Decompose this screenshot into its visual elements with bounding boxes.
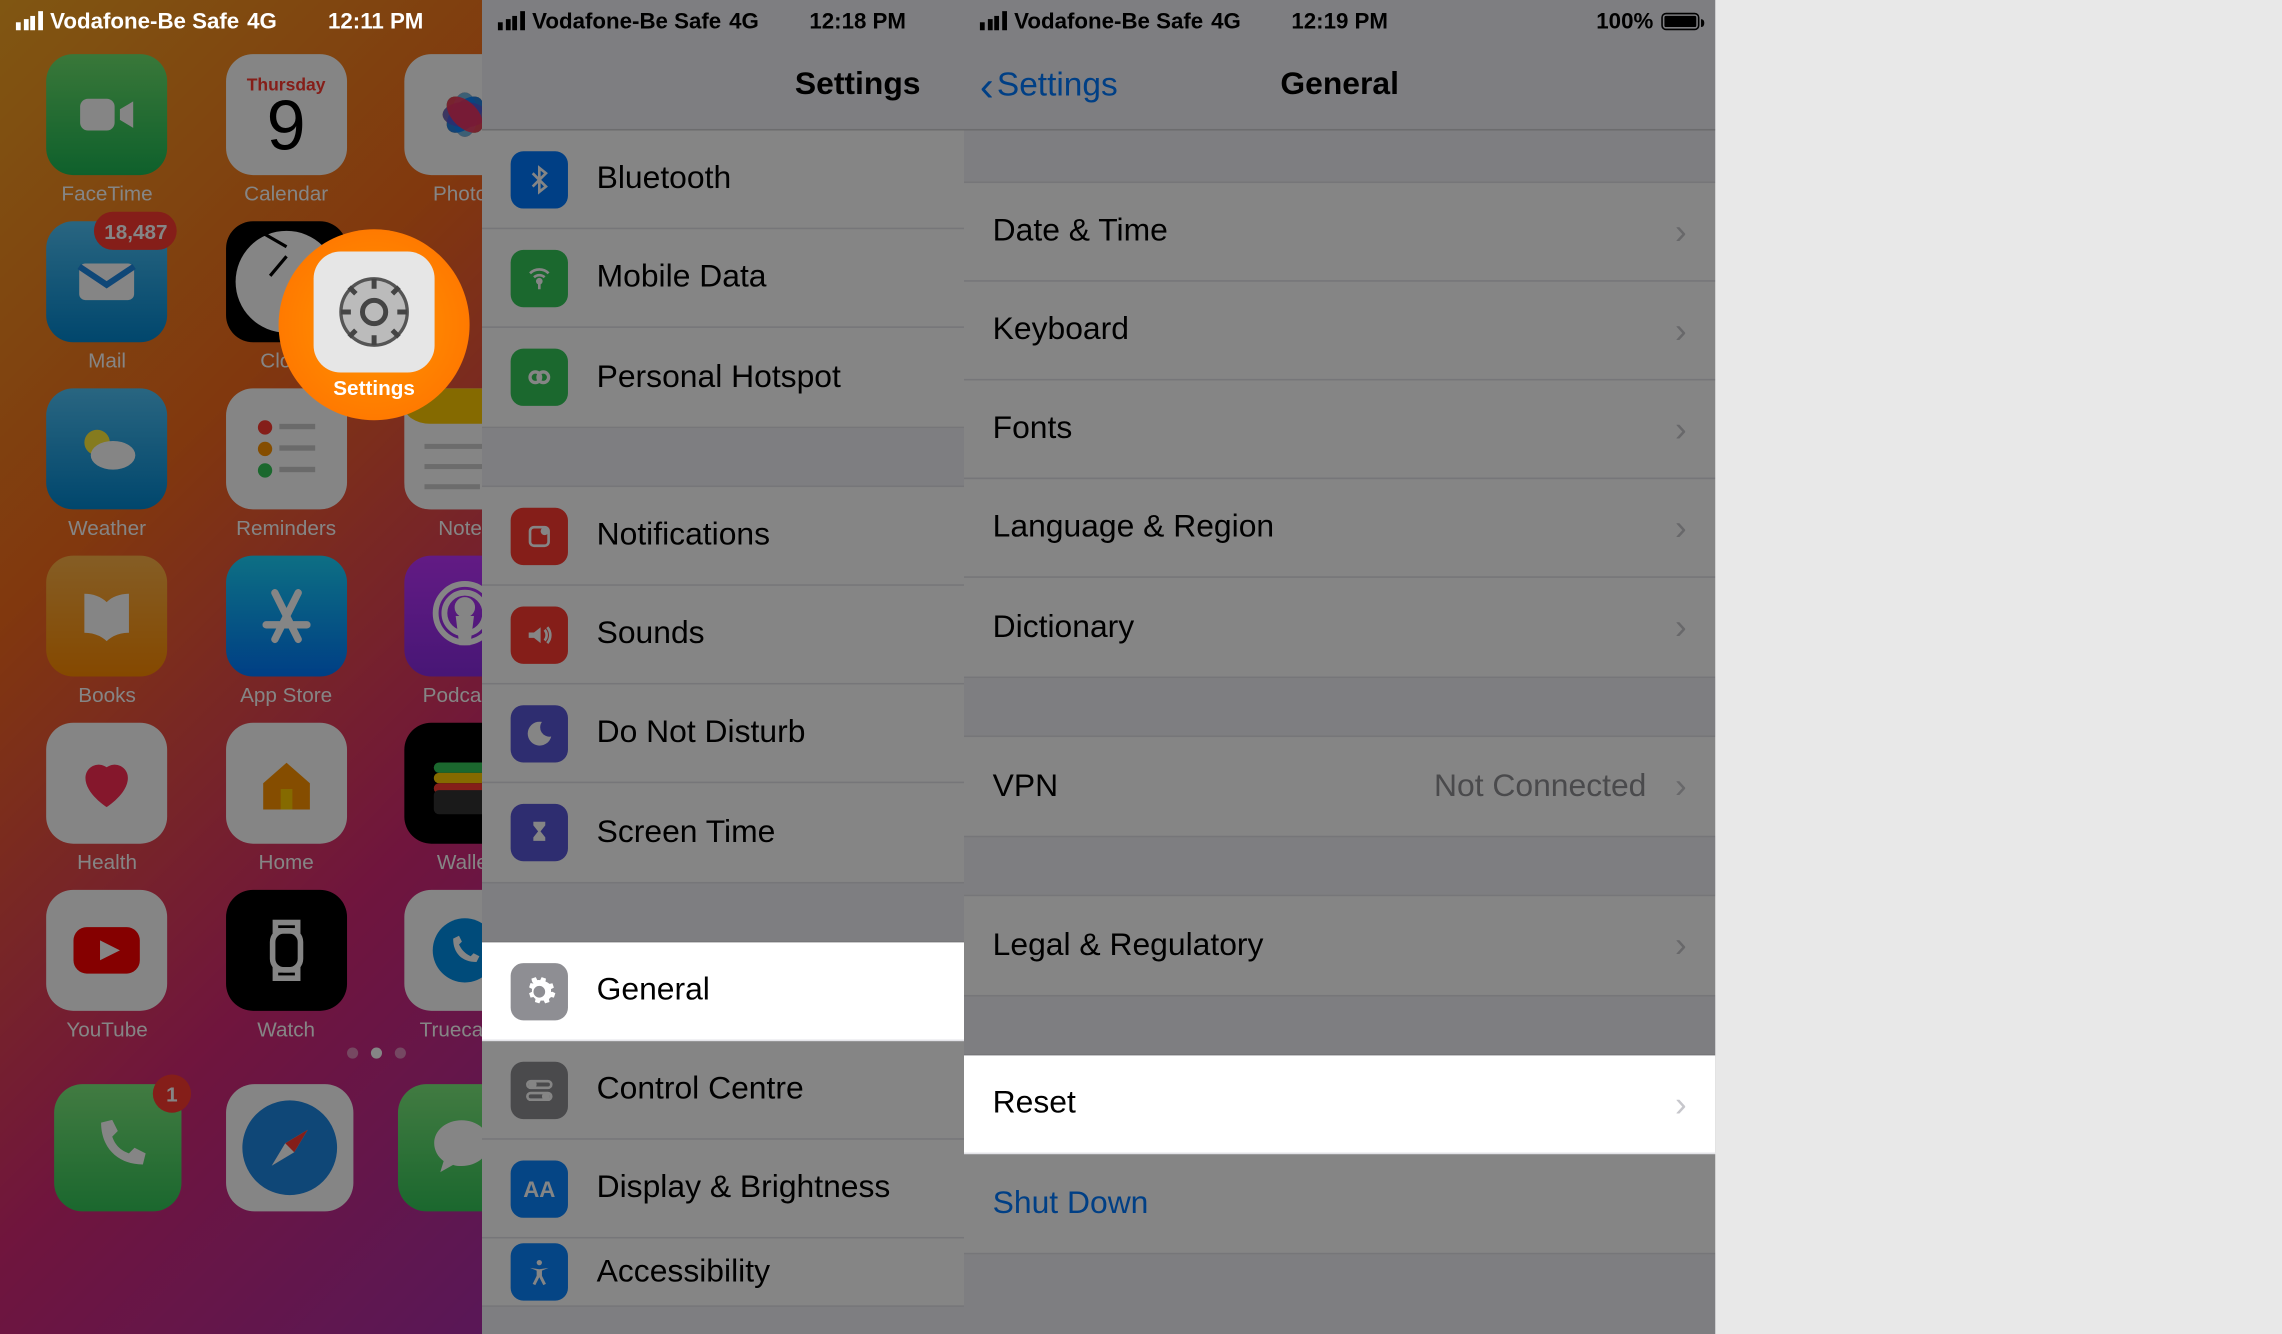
network-label: 4G <box>729 8 759 33</box>
battery-icon <box>1661 12 1699 30</box>
row-dictionary[interactable]: Dictionary › <box>964 578 1715 677</box>
watch-icon <box>226 890 347 1011</box>
weather-icon <box>47 388 168 509</box>
chevron-right-icon: › <box>1675 766 1687 807</box>
row-reset[interactable]: Reset › <box>964 1055 1715 1154</box>
status-bar: Vodafone-Be Safe 4G 12:19 PM 100% <box>964 0 1715 41</box>
app-home[interactable]: Home <box>201 723 371 874</box>
app-calendar[interactable]: Thursday 9 Calendar <box>201 54 371 205</box>
clock-label: 12:18 PM <box>809 8 906 33</box>
row-fonts[interactable]: Fonts › <box>964 380 1715 479</box>
gear-icon <box>511 962 568 1019</box>
clock-label: 12:11 PM <box>328 8 423 33</box>
mail-icon: 18,487 <box>47 221 168 342</box>
notifications-icon <box>511 507 568 564</box>
dock-safari[interactable] <box>226 1084 353 1211</box>
network-label: 4G <box>1211 8 1241 33</box>
app-youtube[interactable]: YouTube <box>22 890 192 1041</box>
app-watch[interactable]: Watch <box>201 890 371 1041</box>
toggles-icon <box>511 1061 568 1118</box>
youtube-icon <box>47 890 168 1011</box>
app-books[interactable]: Books <box>22 556 192 707</box>
app-facetime[interactable]: FaceTime <box>22 54 192 205</box>
app-weather[interactable]: Weather <box>22 388 192 539</box>
books-icon <box>47 556 168 677</box>
accessibility-icon <box>511 1243 568 1300</box>
page-title: General <box>1280 67 1399 104</box>
mail-badge: 18,487 <box>95 212 177 250</box>
network-label: 4G <box>247 8 277 33</box>
health-icon <box>47 723 168 844</box>
signal-icon <box>980 11 1006 30</box>
hotspot-icon <box>511 349 568 406</box>
app-mail[interactable]: 18,487 Mail <box>22 221 192 372</box>
chevron-right-icon: › <box>1675 408 1687 449</box>
battery-percent: 100% <box>1596 8 1653 33</box>
hourglass-icon <box>511 804 568 861</box>
clock-label: 12:19 PM <box>1291 8 1388 33</box>
safari-icon <box>226 1084 353 1211</box>
sounds-icon <box>511 606 568 663</box>
settings-app-icon <box>314 251 435 372</box>
text-size-icon: AA <box>511 1160 568 1217</box>
page-title: Settings <box>795 67 921 104</box>
signal-icon <box>498 11 524 30</box>
home-icon <box>226 723 347 844</box>
nav-bar: ‹ Settings General <box>964 41 1715 130</box>
moon-icon <box>511 704 568 761</box>
settings-highlight[interactable]: Settings <box>279 229 470 420</box>
general-screen: Vodafone-Be Safe 4G 12:19 PM 100% ‹ Sett… <box>964 0 1715 1334</box>
app-appstore[interactable]: App Store <box>201 556 371 707</box>
row-language-region[interactable]: Language & Region › <box>964 479 1715 578</box>
chevron-right-icon: › <box>1675 310 1687 351</box>
row-vpn[interactable]: VPN Not Connected › <box>964 737 1715 836</box>
row-keyboard[interactable]: Keyboard › <box>964 282 1715 381</box>
carrier-label: Vodafone-Be Safe <box>1014 8 1203 33</box>
phone-badge: 1 <box>153 1075 191 1113</box>
chevron-right-icon: › <box>1675 507 1687 548</box>
dock-phone[interactable]: 1 <box>54 1084 181 1211</box>
carrier-label: Vodafone-Be Safe <box>50 8 239 33</box>
row-date-time[interactable]: Date & Time › <box>964 183 1715 282</box>
phone-icon: 1 <box>54 1084 181 1211</box>
chevron-right-icon: › <box>1675 1083 1687 1124</box>
row-legal-regulatory[interactable]: Legal & Regulatory › <box>964 896 1715 995</box>
facetime-icon <box>47 54 168 175</box>
signal-icon <box>16 11 42 30</box>
row-shut-down[interactable]: Shut Down <box>964 1154 1715 1253</box>
chevron-right-icon: › <box>1675 607 1687 648</box>
carrier-label: Vodafone-Be Safe <box>532 8 721 33</box>
bluetooth-icon <box>511 150 568 207</box>
back-button[interactable]: ‹ Settings <box>980 66 1118 104</box>
chevron-right-icon: › <box>1675 925 1687 966</box>
chevron-right-icon: › <box>1675 211 1687 252</box>
calendar-icon: Thursday 9 <box>226 54 347 175</box>
appstore-icon <box>226 556 347 677</box>
antenna-icon <box>511 249 568 306</box>
app-health[interactable]: Health <box>22 723 192 874</box>
